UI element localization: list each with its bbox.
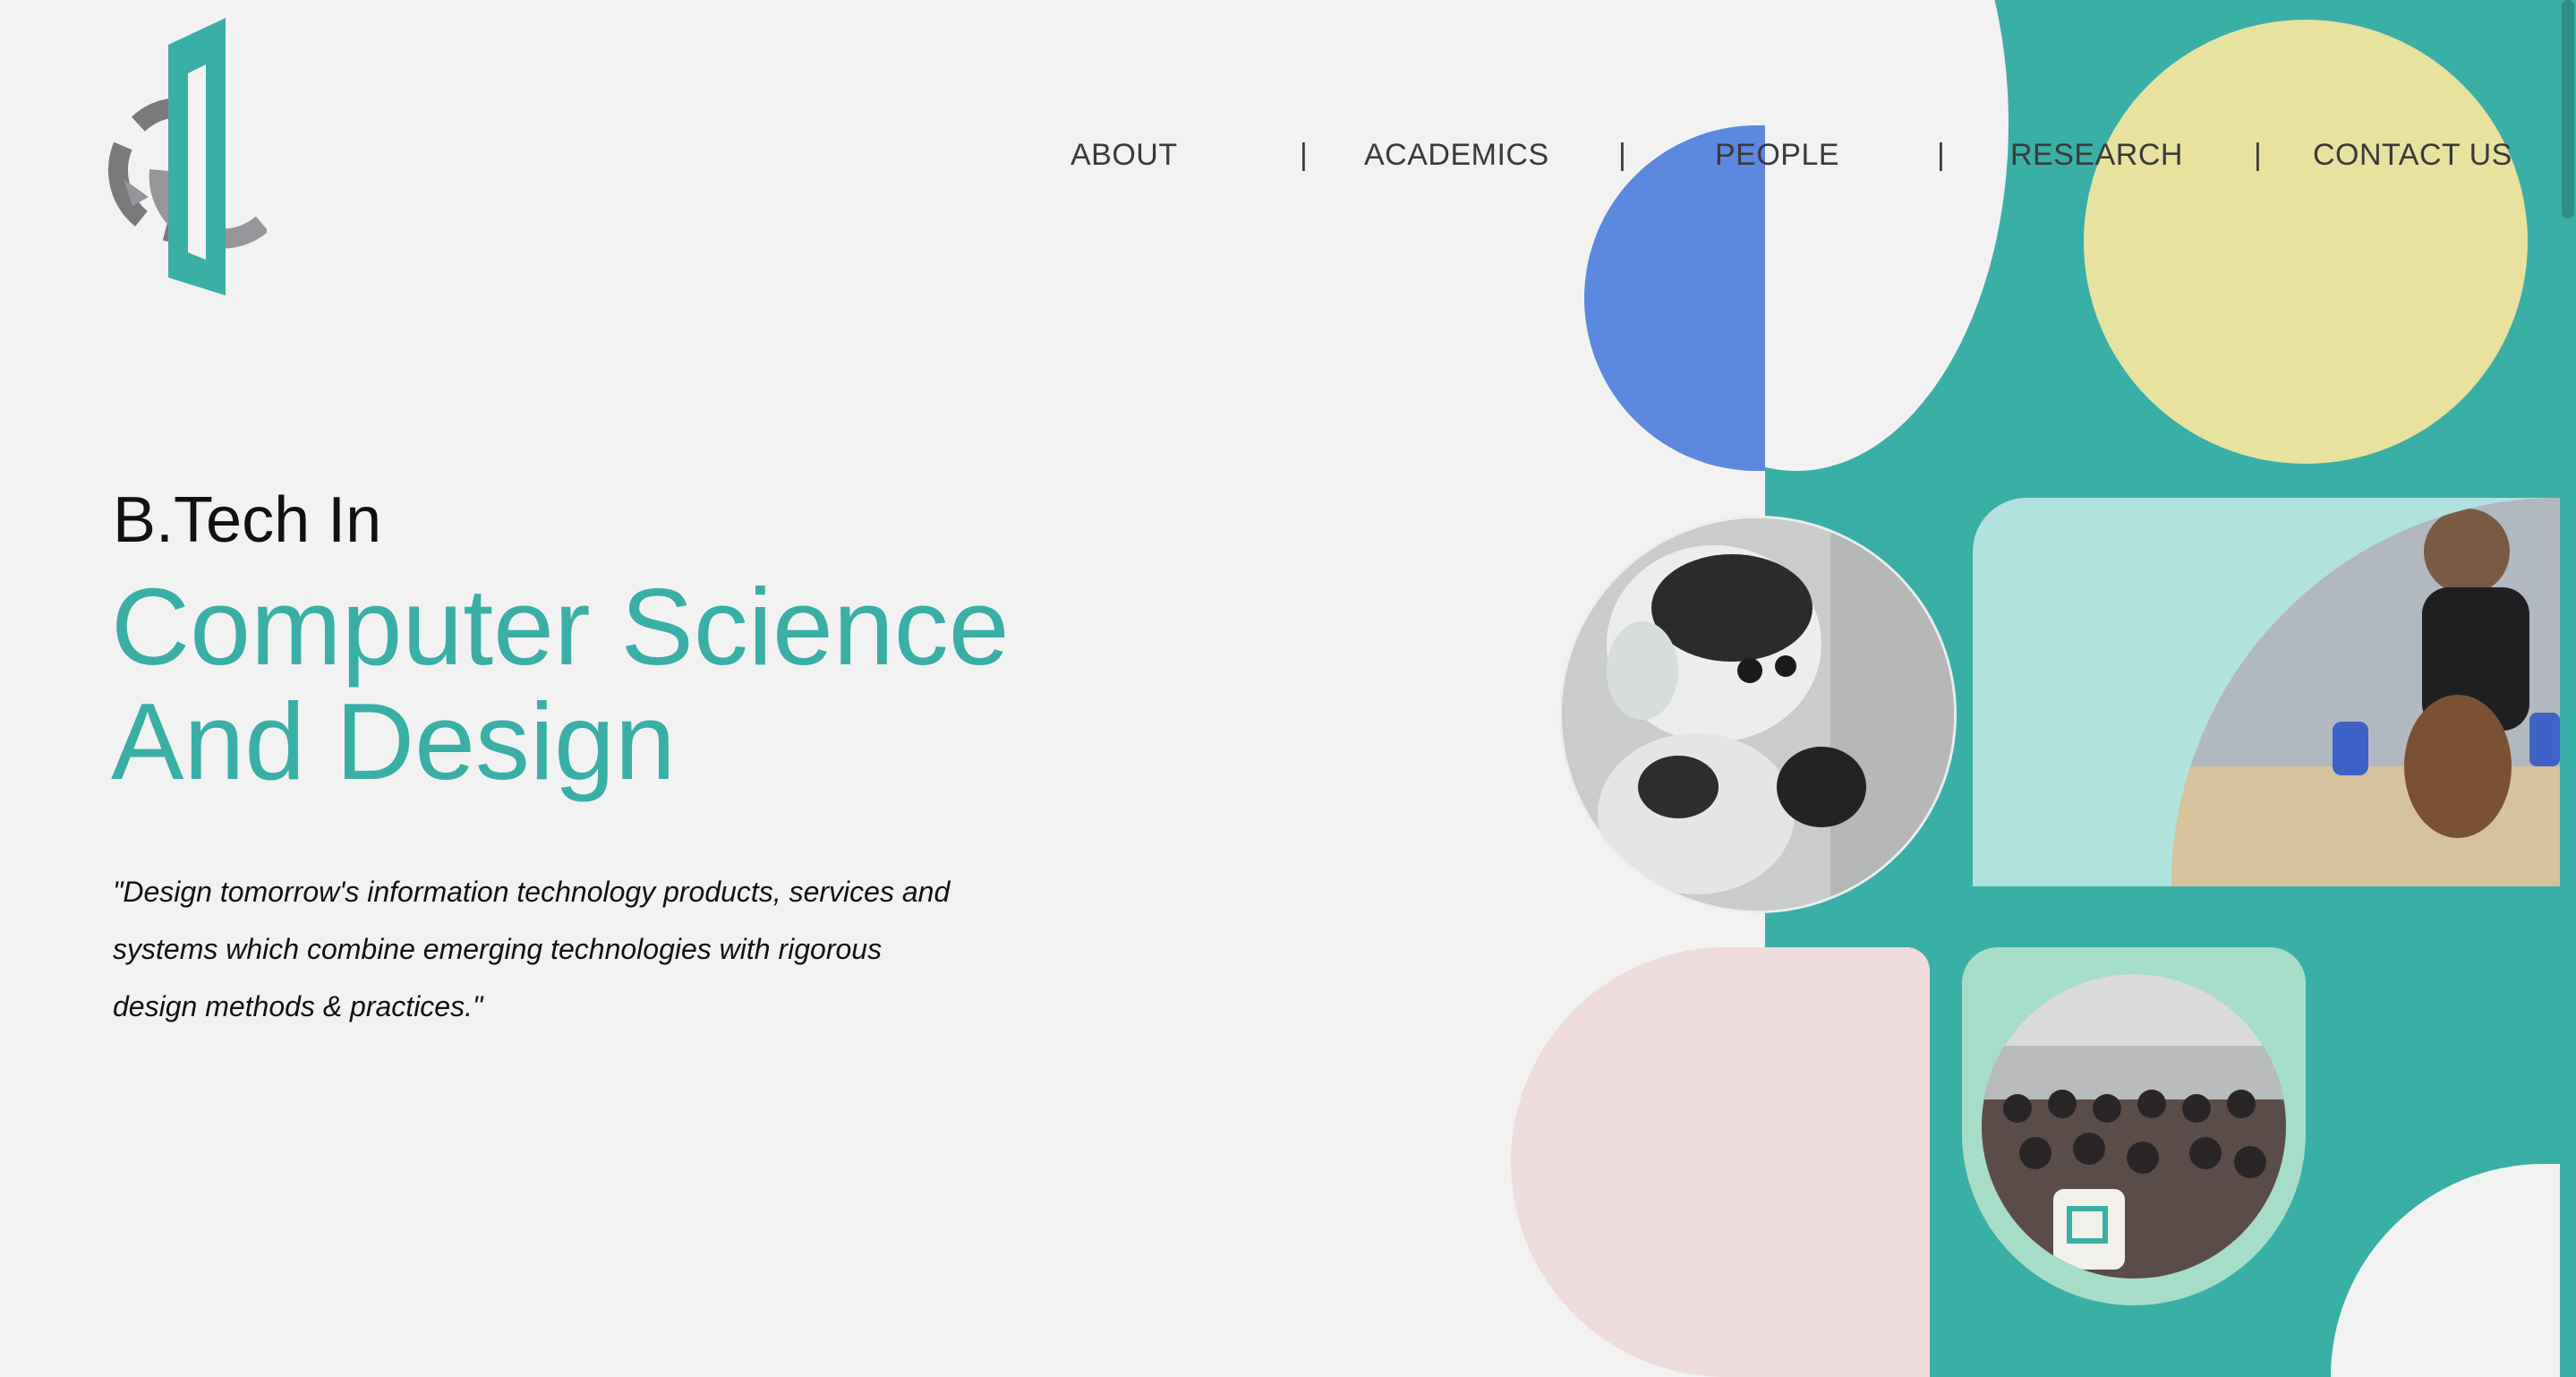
robot-illustration — [1562, 518, 1954, 911]
nav-separator: | — [1618, 137, 1626, 172]
nav-academics[interactable]: ACADEMICS — [1364, 138, 1618, 173]
pink-shape — [1511, 947, 1930, 1377]
nav-separator: | — [1937, 137, 1945, 172]
classroom-illustration — [1982, 974, 2286, 1279]
hero-title: Computer Science And Design — [111, 569, 1185, 799]
hero-quote: "Design tomorrow's information technolog… — [113, 876, 951, 1022]
classroom-photo — [1982, 974, 2286, 1279]
nav-about[interactable]: ABOUT — [1070, 138, 1300, 173]
top-navigation: ABOUT | ACADEMICS | PEOPLE | RESEARCH | … — [1038, 133, 2519, 177]
nav-research[interactable]: RESEARCH — [2010, 138, 2254, 173]
nav-contact-us[interactable]: CONTACT US — [2313, 138, 2519, 173]
nav-separator: | — [1300, 137, 1308, 172]
hero-pre-title: B.Tech In — [113, 484, 382, 556]
scrollbar-thumb[interactable] — [2562, 0, 2574, 218]
nav-people[interactable]: PEOPLE — [1715, 138, 1937, 173]
yellow-circle-shape — [2084, 20, 2528, 464]
hero-title-line2: And Design — [111, 680, 676, 802]
cd-logo-icon[interactable] — [106, 18, 269, 295]
nav-separator: | — [2254, 137, 2262, 172]
robot-photo — [1559, 516, 1957, 913]
hero-title-line1: Computer Science — [111, 566, 1010, 688]
